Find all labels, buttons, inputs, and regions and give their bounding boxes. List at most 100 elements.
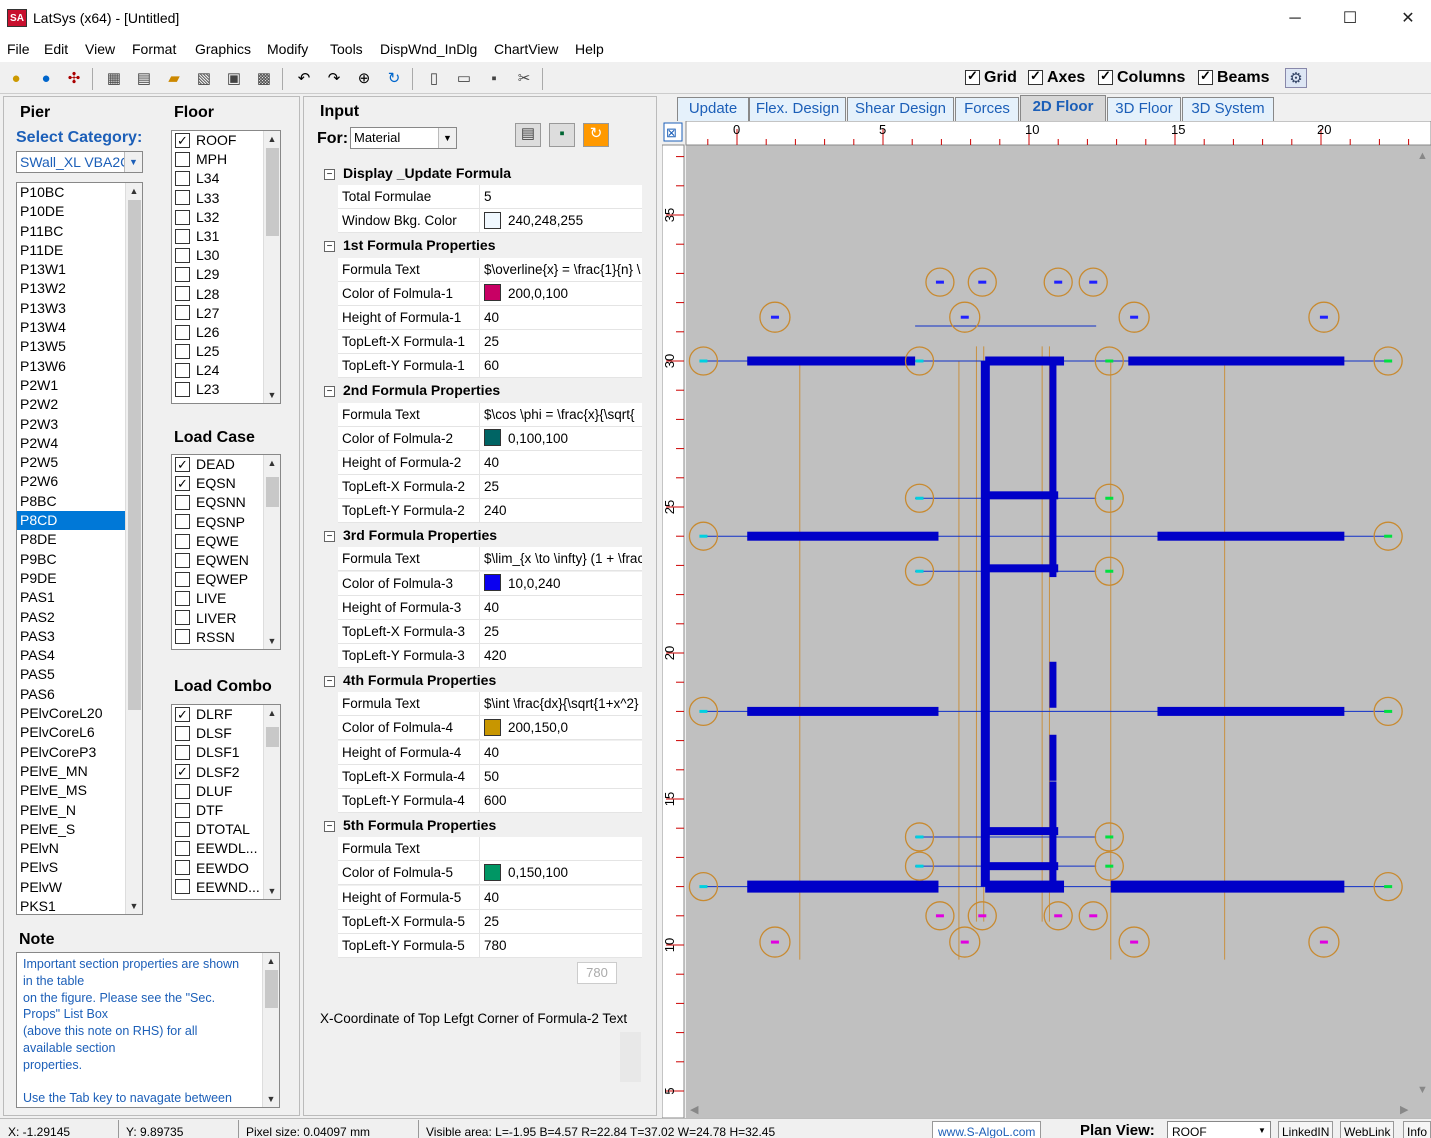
pier-item[interactable]: P13W4 (17, 318, 142, 337)
grid-row[interactable]: Color of Folmula-5 0,150,100 (338, 861, 642, 886)
pier-item[interactable]: PElvE_MS (17, 781, 142, 800)
grid-row[interactable]: Formula Text $\int \frac{dx}{\sqrt{1+x^2} (338, 692, 642, 717)
pier-item[interactable]: PElvCoreL20 (17, 704, 142, 723)
pier-item[interactable]: PElvN (17, 839, 142, 858)
collapse-icon[interactable]: − (324, 386, 335, 398)
scroll-up-icon[interactable]: ▲ (264, 455, 280, 471)
scroll-up-icon[interactable]: ▲ (126, 183, 142, 199)
import-icon[interactable]: ● (36, 69, 56, 89)
beams-check[interactable] (1198, 68, 1213, 86)
property-value[interactable]: $\lim_{x \to \infty} (1 + \frac (484, 547, 642, 571)
grid-section-header[interactable]: −2nd Formula Properties (320, 378, 642, 403)
collapse-icon[interactable]: − (324, 820, 335, 832)
network-icon[interactable]: ✣ (64, 69, 84, 89)
property-value[interactable]: 40 (484, 741, 642, 765)
menu-view[interactable]: View (85, 41, 115, 57)
checkbox[interactable] (175, 474, 190, 493)
pier-item[interactable]: P13W5 (17, 337, 142, 356)
property-value[interactable]: 0,100,100 (484, 427, 642, 451)
pier-item[interactable]: P13W1 (17, 260, 142, 279)
property-value[interactable]: $\int \frac{dx}{\sqrt{1+x^2} (484, 692, 642, 716)
weblink-button[interactable]: WebLink (1340, 1121, 1395, 1138)
settings-icon[interactable]: ⚙ (1285, 68, 1307, 88)
grid-row[interactable]: Formula Text (338, 837, 642, 862)
website-link[interactable]: www.S-AlgoL.com (932, 1121, 1042, 1138)
tools-icon[interactable]: ✂ (514, 69, 534, 89)
pier-item[interactable]: P2W4 (17, 434, 142, 453)
property-value[interactable]: $\overline{x} = \frac{1}{n} \ (484, 258, 642, 282)
grid-row[interactable]: TopLeft-X Formula-2 25 (338, 474, 642, 499)
scroll-down-icon[interactable]: ▼ (126, 898, 142, 914)
property-value[interactable]: 240 (484, 499, 642, 523)
scroll-thumb[interactable] (266, 477, 279, 507)
pier-item[interactable]: PAS2 (17, 608, 142, 627)
pier-item[interactable]: PAS5 (17, 665, 142, 684)
grid-check[interactable] (965, 68, 980, 86)
property-value[interactable]: 600 (484, 789, 642, 813)
grid-row[interactable]: TopLeft-X Formula-3 25 (338, 619, 642, 644)
grid-row[interactable]: Window Bkg. Color 240,248,255 (338, 209, 642, 234)
pier-item[interactable]: P2W1 (17, 376, 142, 395)
pier-item[interactable]: P2W2 (17, 395, 142, 414)
grid-checkbox[interactable]: Grid (965, 68, 1017, 87)
export-icon[interactable]: ▧ (194, 69, 214, 89)
grid-row[interactable]: Height of Formula-1 40 (338, 305, 642, 330)
tab-2d-floor[interactable]: 2D Floor (1020, 95, 1106, 121)
chevron-down-icon[interactable]: ▼ (1254, 1122, 1270, 1138)
pier-item[interactable]: P10DE (17, 202, 142, 221)
category-dropdown[interactable]: SWall_XL VBA2C ▼ (16, 151, 143, 173)
checkbox[interactable] (175, 247, 190, 263)
linkedin-button[interactable]: LinkedIN (1278, 1121, 1334, 1138)
minimize-button[interactable]: ─ (1275, 6, 1315, 32)
plan-view-dropdown[interactable]: ROOF ▼ (1167, 1121, 1271, 1138)
save-icon[interactable]: ▪ (549, 123, 575, 147)
checkbox[interactable] (175, 821, 190, 837)
menu-tools[interactable]: Tools (330, 41, 363, 57)
pier-item[interactable]: PElvE_S (17, 820, 142, 839)
checkbox[interactable] (175, 228, 190, 244)
floor-list[interactable]: ROOF MPH L34 L33 L32 L31 L30 L29 L28 L27 L26 L25 L24… (171, 130, 281, 404)
property-value[interactable]: 200,150,0 (484, 716, 642, 740)
checkbox[interactable] (175, 762, 190, 781)
beams-checkbox[interactable]: Beams (1198, 68, 1269, 87)
open-model-icon[interactable]: ● (6, 69, 26, 89)
checkbox[interactable] (175, 267, 190, 283)
property-value[interactable]: 10,0,240 (484, 572, 642, 596)
scroll-thumb[interactable] (266, 148, 279, 236)
checkbox[interactable] (175, 571, 190, 587)
pier-item[interactable]: P13W6 (17, 357, 142, 376)
grid-row[interactable]: Color of Folmula-4 200,150,0 (338, 716, 642, 741)
checkbox[interactable] (175, 131, 190, 150)
axes-checkbox[interactable]: Axes (1028, 68, 1085, 87)
checkbox[interactable] (175, 610, 190, 626)
grid-section-header[interactable]: −4th Formula Properties (320, 668, 642, 693)
pier-item[interactable]: P13W2 (17, 279, 142, 298)
pier-item[interactable]: PAS4 (17, 646, 142, 665)
checkbox[interactable] (175, 286, 190, 302)
pier-item[interactable]: P9DE (17, 569, 142, 588)
tab-update[interactable]: Update (677, 97, 749, 121)
page-icon[interactable]: ▯ (424, 69, 444, 89)
property-value[interactable]: 5 (484, 185, 642, 209)
report-icon[interactable]: ▤ (134, 69, 154, 89)
pier-item[interactable]: P9BC (17, 550, 142, 569)
checkbox[interactable] (175, 552, 190, 568)
grid-row[interactable]: Color of Folmula-2 0,100,100 (338, 426, 642, 451)
menu-dispwnd[interactable]: DispWnd_InDlg (380, 41, 477, 57)
checkbox[interactable] (175, 533, 190, 549)
pier-item[interactable]: P2W6 (17, 472, 142, 491)
checkbox[interactable] (175, 745, 190, 761)
scroll-down-icon[interactable]: ▼ (264, 387, 280, 403)
note-scrollbar[interactable]: ▲ ▼ (262, 953, 279, 1107)
tab-3d-floor[interactable]: 3D Floor (1107, 97, 1181, 121)
checkbox[interactable] (175, 151, 190, 167)
menu-format[interactable]: Format (132, 41, 176, 57)
pier-item[interactable]: P11DE (17, 241, 142, 260)
property-value[interactable]: 240,248,255 (484, 209, 642, 233)
grid-row[interactable]: Total Formulae 5 (338, 185, 642, 210)
property-value[interactable]: 25 (484, 910, 642, 934)
grid-row[interactable]: TopLeft-Y Formula-2 240 (338, 499, 642, 524)
refresh-icon[interactable]: ↻ (583, 123, 609, 147)
collapse-icon[interactable]: − (324, 168, 335, 180)
checkbox[interactable] (175, 802, 190, 818)
